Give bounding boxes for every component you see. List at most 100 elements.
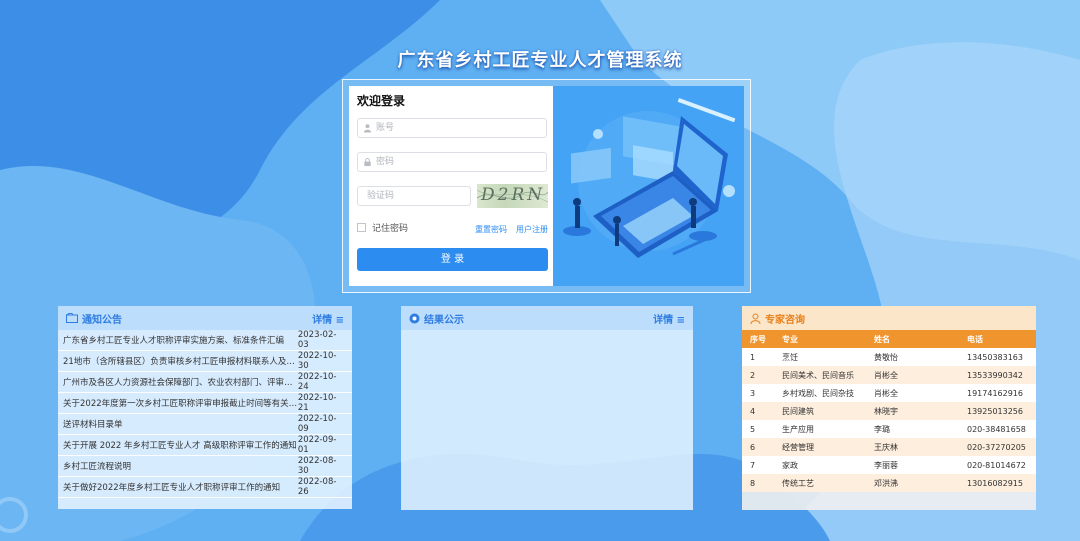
cell: 传统工艺 [782,478,814,488]
cell: 民间建筑 [782,406,814,416]
cell: 林晓宇 [874,406,898,416]
login-form: 欢迎登录 账号 密码 验证码 D2RN 记住密码 重置密码 用户注册 登 录 [349,86,553,286]
notice-header: 通知公告 详情 ≡ [58,306,352,330]
cell: 烹饪 [782,352,798,362]
table-row: 6 经营管理 王庆林 020-37270205 [742,438,1036,456]
cell: 5 [750,424,756,434]
column-header: 专业 [782,334,798,344]
cell: 王庆林 [874,442,898,452]
lock-icon [364,157,371,167]
notice-item-date: 2023-02-03 [297,330,337,350]
cell: 020-81014672 [967,460,1026,470]
register-link[interactable]: 用户注册 [516,224,548,235]
notice-item-date: 2022-10-24 [297,372,337,392]
cell: 13016082915 [967,478,1023,488]
cell: 13925013256 [967,406,1023,416]
cell: 肖彬全 [874,370,898,380]
cell: 李璐 [874,424,890,434]
eye-icon [409,313,420,323]
cell: 黄敬怡 [874,352,898,362]
reset-password-link[interactable]: 重置密码 [475,224,507,235]
login-card: 欢迎登录 账号 密码 验证码 D2RN 记住密码 重置密码 用户注册 登 录 [342,79,751,293]
expert-title: 专家咨询 [765,314,805,326]
cell: 家政 [782,460,798,470]
notice-item-title: 乡村工匠流程说明 [63,462,132,472]
cell: 生产应用 [782,424,814,434]
table-row: 7 家政 李丽蓉 020-81014672 [742,456,1036,474]
cell: 4 [750,406,756,416]
table-row: 1 烹饪 黄敬怡 13450383163 [742,348,1036,366]
captcha-text: D2RN [481,185,546,205]
cell: 13450383163 [967,352,1023,362]
notice-panel: 通知公告 详情 ≡ 广东省乡村工匠专业人才职称评审实施方案、标准条件汇编 2023… [58,306,352,509]
list-item[interactable]: 关于做好2022年度乡村工匠专业人才职称评审工作的通知 2022-08-26 [58,477,352,498]
notice-item-date: 2022-10-21 [297,393,337,413]
list-item[interactable]: 关于开展 2022 年乡村工匠专业人才 高级职称评审工作的通知 2022-09-0… [58,435,352,456]
password-placeholder: 密码 [376,157,395,167]
list-item[interactable]: 21地市（含所辖县区）负责审核乡村工匠申报材料联系人及联系方式 2022-10-3… [58,351,352,372]
table-row: 2 民间美术、民间音乐 肖彬全 13533990342 [742,366,1036,384]
expert-person-icon [750,313,761,324]
notice-item-date: 2022-08-30 [297,456,337,476]
list-item[interactable]: 广州市及各区人力资源社会保障部门、农业农村部门、评审机构联系方式2022-10-… [58,372,352,393]
cell: 民间美术、民间音乐 [782,370,854,380]
cell: 020-37270205 [967,442,1026,452]
cell: 6 [750,442,756,452]
account-input[interactable]: 账号 [357,118,547,138]
cell: 13533990342 [967,370,1023,380]
notice-title: 通知公告 [82,314,122,326]
cell: 肖彬全 [874,388,898,398]
list-item[interactable]: 关于2022年度第一次乡村工匠职称评审申报截止时间等有关事项的通知2022-10… [58,393,352,414]
list-item[interactable]: 送评材料目录单 2022-10-09 [58,414,352,435]
notice-item-date: 2022-08-26 [297,477,337,497]
cell: 1 [750,352,756,362]
page-title: 广东省乡村工匠专业人才管理系统 [397,50,683,71]
column-header: 电话 [967,334,983,344]
notice-item-title: 广州市及各区人力资源社会保障部门、农业农村部门、评审机构联系方式 [63,378,298,388]
notice-item-title: 广东省乡村工匠专业人才职称评审实施方案、标准条件汇编 [63,336,285,346]
remember-checkbox[interactable] [357,223,366,232]
folder-icon [66,313,78,323]
column-header: 姓名 [874,334,890,344]
password-input[interactable]: 密码 [357,152,547,172]
cell: 020-38481658 [967,424,1026,434]
cell: 19174162916 [967,388,1023,398]
expert-panel: 专家咨询 序号 专业 姓名 电话 1 烹饪 黄敬怡 13450383163 2 民间美术… [742,306,1036,510]
list-item[interactable]: 乡村工匠流程说明 2022-08-30 [58,456,352,477]
notice-item-title: 关于2022年度第一次乡村工匠职称评审申报截止时间等有关事项的通知 [63,399,298,409]
cell: 李丽蓉 [874,460,898,470]
notice-item-date: 2022-10-30 [297,351,337,371]
remember-password[interactable]: 记住密码 [357,221,408,234]
expert-table-header: 序号 专业 姓名 电话 [742,330,1036,348]
list-item[interactable]: 广东省乡村工匠专业人才职称评审实施方案、标准条件汇编 2023-02-03 [58,330,352,351]
table-row: 3 乡村戏剧、民间杂技 肖彬全 19174162916 [742,384,1036,402]
notice-more-link[interactable]: 详情 ≡ [312,311,344,326]
notice-item-date: 2022-10-09 [297,414,337,434]
notice-item-date: 2022-09-01 [297,435,337,455]
notice-item-title: 关于开展 2022 年乡村工匠专业人才 高级职称评审工作的通知 [63,441,297,451]
result-panel: 结果公示 详情 ≡ [401,306,693,510]
remember-label: 记住密码 [372,224,409,234]
cell: 乡村戏剧、民间杂技 [782,388,854,398]
captcha-image[interactable]: D2RN [477,184,548,208]
captcha-input[interactable]: 验证码 [357,186,471,206]
table-row: 4 民间建筑 林晓宇 13925013256 [742,402,1036,420]
table-row: 5 生产应用 李璐 020-38481658 [742,420,1036,438]
notice-list: 广东省乡村工匠专业人才职称评审实施方案、标准条件汇编 2023-02-03 21地… [58,330,352,498]
cell: 邓洪沸 [874,478,898,488]
cell: 2 [750,370,756,380]
login-heading: 欢迎登录 [357,94,406,108]
result-header: 结果公示 详情 ≡ [401,306,693,330]
expert-header: 专家咨询 [742,306,1036,330]
cell: 经营管理 [782,442,814,452]
laptop-illustration [553,86,744,286]
notice-item-title: 关于做好2022年度乡村工匠专业人才职称评审工作的通知 [63,483,281,493]
result-title: 结果公示 [424,314,464,326]
result-more-link[interactable]: 详情 ≡ [653,311,685,326]
cell: 3 [750,388,756,398]
table-row: 8 传统工艺 邓洪沸 13016082915 [742,474,1036,492]
cell: 7 [750,460,756,470]
cell: 8 [750,478,756,488]
login-button[interactable]: 登 录 [357,248,548,271]
notice-item-title: 21地市（含所辖县区）负责审核乡村工匠申报材料联系人及联系方式 [63,357,298,367]
